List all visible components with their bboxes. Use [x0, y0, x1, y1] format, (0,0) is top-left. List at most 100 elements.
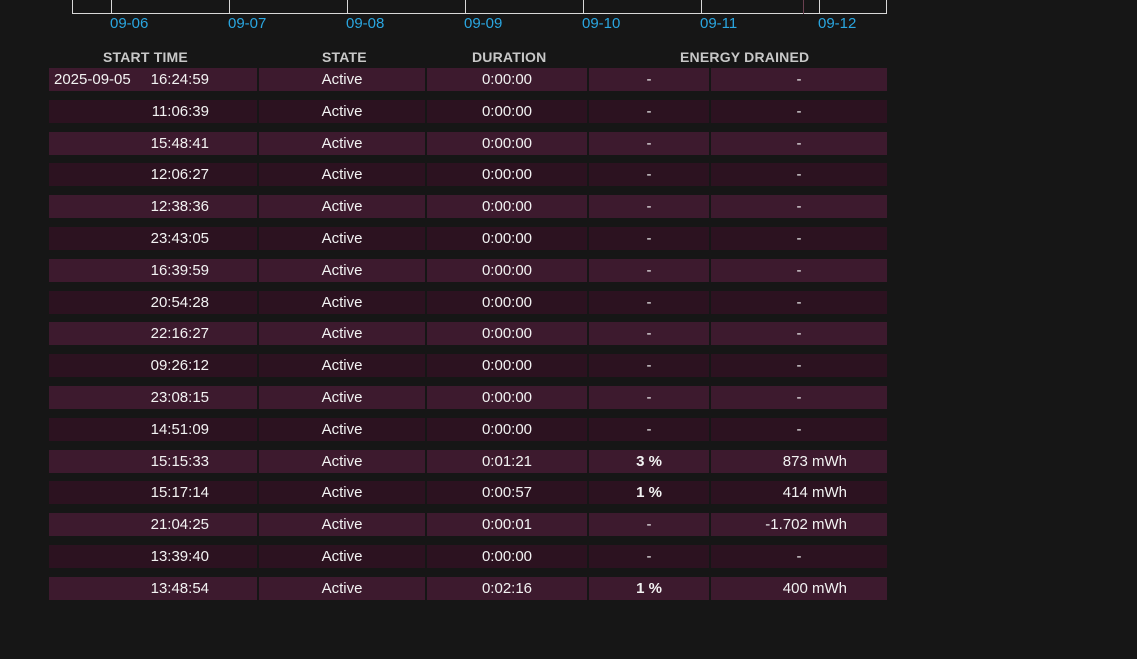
timeline-tick [111, 0, 112, 14]
cell-energy-percent: - [589, 258, 709, 282]
cell-duration: 0:00:01 [427, 513, 587, 537]
header-duration: DURATION [472, 49, 547, 65]
cell-energy-percent: - [589, 226, 709, 250]
cell-state: Active [259, 417, 425, 441]
table-row: 2025-09-05 16:24:59 Active 0:00:00- - [48, 67, 888, 99]
timeline-date-label: 09-06 [110, 15, 149, 32]
cell-state: Active [259, 131, 425, 155]
cell-energy-percent: - [589, 322, 709, 346]
cell-duration: 0:00:00 [427, 163, 587, 187]
cell-duration: 0:00:57 [427, 481, 587, 505]
table-row: 15:48:41 Active 0:00:00- - [48, 131, 888, 163]
cell-duration: 0:00:00 [427, 226, 587, 250]
header-energy-drained: ENERGY DRAINED [680, 49, 810, 65]
cell-energy-percent: - [589, 544, 709, 568]
cell-energy-mwh: 414 mWh [711, 481, 887, 505]
cell-state: Active [259, 354, 425, 378]
cell-energy-percent: - [589, 68, 709, 91]
cell-state: Active [259, 226, 425, 250]
cell-state: Active [259, 513, 425, 537]
timeline-date-label: 09-08 [346, 15, 385, 32]
timeline-tick [465, 0, 466, 14]
timeline-date-label: 09-09 [464, 15, 503, 32]
cell-energy-mwh: - [711, 544, 887, 568]
table-row: 20:54:28 Active 0:00:00- - [48, 290, 888, 322]
cell-start-time: 12:06:27 [49, 163, 257, 187]
cell-energy-percent: 3 % [589, 449, 709, 473]
cell-energy-percent: - [589, 385, 709, 409]
start-time: 16:39:59 [150, 261, 209, 279]
cell-start-time: 21:04:25 [49, 513, 257, 537]
table-row: 15:15:33 Active 0:01:21 3 % 873 mWh [48, 449, 888, 481]
table-row: 11:06:39 Active 0:00:00- - [48, 99, 888, 131]
start-time: 21:04:25 [150, 516, 209, 534]
table-row: 13:48:54 Active 0:02:16 1 % 400 mWh [48, 576, 888, 608]
table-header: START TIME STATE DURATION ENERGY DRAINED [48, 47, 888, 67]
cell-energy-percent: - [589, 195, 709, 219]
start-date: 2025-09-05 [54, 71, 131, 88]
table-row: 09:26:12 Active 0:00:00- - [48, 353, 888, 385]
cell-start-time: 16:39:59 [49, 258, 257, 282]
start-time: 13:48:54 [150, 579, 209, 597]
cell-energy-mwh: - [711, 99, 887, 123]
cell-duration: 0:00:00 [427, 290, 587, 314]
timeline-tick [229, 0, 230, 14]
cell-energy-mwh: - [711, 68, 887, 91]
cell-energy-percent: 1 % [589, 576, 709, 600]
start-time: 20:54:28 [150, 293, 209, 311]
battery-report-page: 09-06 09-07 09-08 09-09 09-10 09-11 09-12 STAR… [0, 0, 1137, 659]
start-time: 23:43:05 [150, 229, 209, 247]
table-row: 12:06:27 Active 0:00:00- - [48, 162, 888, 194]
timeline-date-label: 09-07 [228, 15, 267, 32]
start-time: 13:39:40 [150, 547, 209, 565]
timeline-tick [701, 0, 702, 14]
usage-timeline [72, 0, 887, 14]
start-time: 12:06:27 [150, 166, 209, 184]
table-row: 12:38:36 Active 0:00:00- - [48, 194, 888, 226]
cell-duration: 0:00:00 [427, 68, 587, 91]
cell-state: Active [259, 481, 425, 505]
cell-state: Active [259, 544, 425, 568]
cell-energy-mwh: - [711, 385, 887, 409]
cell-duration: 0:00:00 [427, 131, 587, 155]
cell-duration: 0:02:16 [427, 576, 587, 600]
header-start-time: START TIME [103, 49, 188, 65]
cell-energy-mwh: - [711, 417, 887, 441]
cell-energy-mwh: - [711, 322, 887, 346]
cell-energy-mwh: - [711, 258, 887, 282]
start-time: 16:24:59 [150, 71, 209, 88]
cell-energy-mwh: - [711, 131, 887, 155]
cell-duration: 0:00:00 [427, 354, 587, 378]
timeline-date-label: 09-10 [582, 15, 621, 32]
cell-start-time: 20:54:28 [49, 290, 257, 314]
start-time: 15:15:33 [150, 452, 209, 470]
cell-state: Active [259, 290, 425, 314]
cell-duration: 0:00:00 [427, 322, 587, 346]
cell-start-time: 14:51:09 [49, 417, 257, 441]
timeline-date-label: 09-11 [700, 15, 738, 32]
cell-state: Active [259, 99, 425, 123]
cell-start-time: 12:38:36 [49, 195, 257, 219]
start-time: 09:26:12 [150, 357, 209, 375]
cell-duration: 0:00:00 [427, 258, 587, 282]
cell-state: Active [259, 576, 425, 600]
cell-energy-percent: - [589, 290, 709, 314]
cell-duration: 0:00:00 [427, 544, 587, 568]
cell-energy-percent: 1 % [589, 481, 709, 505]
cell-start-time: 09:26:12 [49, 354, 257, 378]
table-row: 15:17:14 Active 0:00:57 1 % 414 mWh [48, 480, 888, 512]
cell-start-time: 23:43:05 [49, 226, 257, 250]
cell-energy-mwh: -1.702 mWh [711, 513, 887, 537]
cell-state: Active [259, 449, 425, 473]
cell-start-time: 13:48:54 [49, 576, 257, 600]
cell-start-time: 13:39:40 [49, 544, 257, 568]
cell-duration: 0:00:00 [427, 417, 587, 441]
cell-duration: 0:00:00 [427, 99, 587, 123]
cell-energy-mwh: - [711, 163, 887, 187]
cell-energy-percent: - [589, 354, 709, 378]
cell-state: Active [259, 258, 425, 282]
cell-start-time: 15:17:14 [49, 481, 257, 505]
timeline-date-label: 09-12 [818, 15, 857, 32]
header-state: STATE [322, 49, 367, 65]
cell-energy-percent: - [589, 417, 709, 441]
